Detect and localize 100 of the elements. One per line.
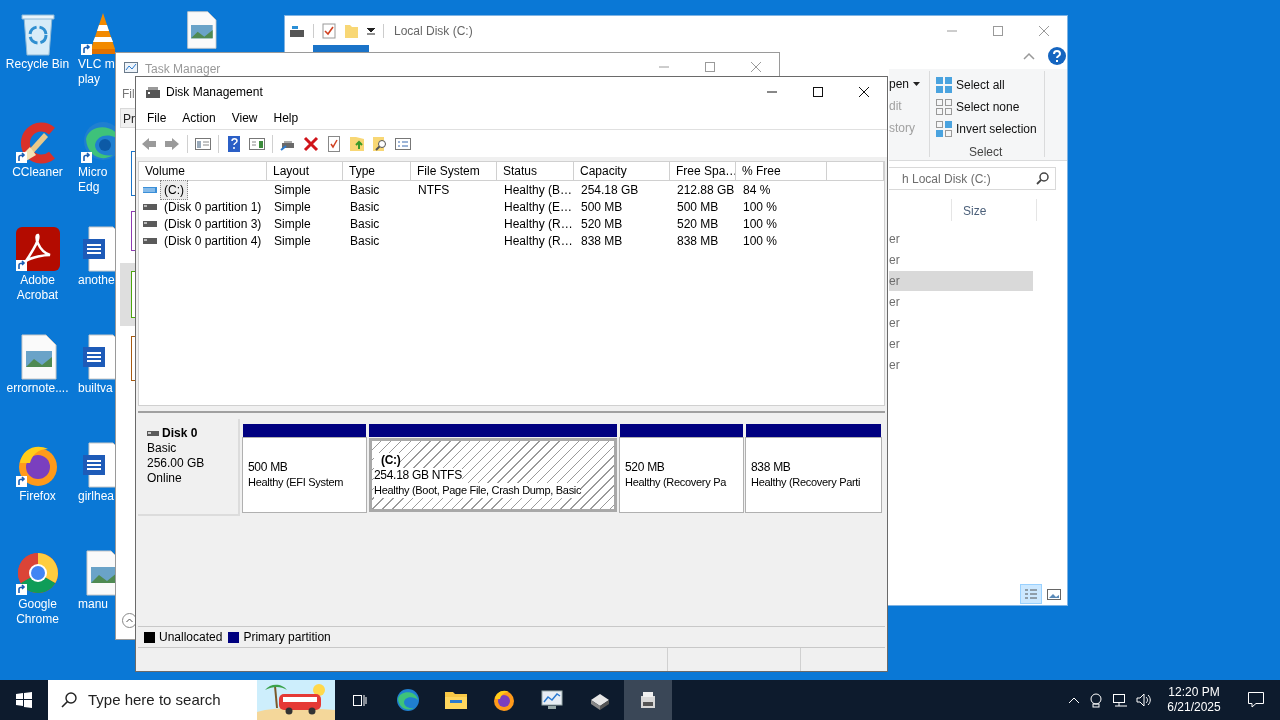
maximize-icon xyxy=(813,87,823,97)
menu-item[interactable]: View xyxy=(223,109,266,127)
partition-status: Healthy (EFI System xyxy=(248,475,344,490)
table-cell-text: Simple xyxy=(274,232,311,250)
column-header[interactable]: Layout xyxy=(267,162,343,180)
list-icon[interactable] xyxy=(395,135,411,152)
table-cell-text: er xyxy=(889,252,900,269)
details-list-icon xyxy=(1024,588,1038,600)
speaker-icon[interactable] xyxy=(1136,692,1152,708)
desktop-icon-label[interactable]: Adobe xyxy=(20,273,55,288)
desktop-icon-label[interactable]: manu xyxy=(70,597,109,612)
table-cell-text: Healthy (B… xyxy=(504,181,573,199)
collapse-ribbon-icon[interactable] xyxy=(1023,52,1035,61)
window-title: Task Manager xyxy=(145,61,221,78)
desktop-icon-label[interactable]: VLC m xyxy=(70,57,115,72)
collapse-icon[interactable] xyxy=(122,613,137,628)
taskbar-app-button[interactable] xyxy=(624,680,672,720)
ribbon-button[interactable]: Select all xyxy=(956,76,1005,94)
checklist-icon[interactable] xyxy=(326,135,342,152)
desktop-icon-label[interactable]: CCleaner xyxy=(12,165,63,180)
action-pane-icon[interactable] xyxy=(249,135,265,152)
table-cell-text: Healthy (E… xyxy=(504,198,573,216)
partition-block[interactable]: (C:) 254.18 GB NTFS Healthy (Boot, Page File, Crash Dump, Basic xyxy=(369,438,617,512)
desktop-icon-label[interactable]: Google xyxy=(18,597,57,612)
desktop-icon-label[interactable]: Micro xyxy=(70,165,108,180)
caret-icon[interactable] xyxy=(367,27,375,35)
search-field[interactable]: Type here to search xyxy=(48,680,335,720)
maximize-icon xyxy=(993,26,1003,36)
column-header[interactable]: Free Spa… xyxy=(670,162,736,180)
desktop-icon-label[interactable]: play xyxy=(70,72,100,87)
ribbon-button[interactable]: Invert selection xyxy=(956,120,1037,138)
clock[interactable]: 12:20 PM 6/21/2025 xyxy=(1156,680,1232,720)
caret-icon[interactable] xyxy=(913,82,921,86)
help-icon[interactable] xyxy=(226,135,242,152)
table-cell-text: Simple xyxy=(274,181,311,199)
fox-globe-icon xyxy=(492,688,516,712)
desktop-icon-label[interactable]: builtva xyxy=(70,381,113,396)
column-header[interactable]: Type xyxy=(343,162,411,180)
search-icon[interactable] xyxy=(61,692,77,708)
delete-icon[interactable] xyxy=(303,135,319,152)
desktop-icon-label[interactable]: Firefox xyxy=(19,489,56,504)
select-icon[interactable] xyxy=(936,121,952,137)
partition-name: (C:) xyxy=(374,452,401,468)
partition-size: 254.18 GB NTFS xyxy=(374,467,462,483)
folder-up-icon[interactable] xyxy=(349,135,365,152)
properties-icon[interactable] xyxy=(322,23,336,39)
column-header[interactable]: % Free xyxy=(736,162,827,180)
table-cell-text: er xyxy=(889,231,900,248)
table-cell-text: Simple xyxy=(274,215,311,233)
table-cell-text: 84 % xyxy=(743,181,771,199)
back-icon[interactable] xyxy=(141,135,157,152)
desktop-icon-label[interactable]: Edg xyxy=(70,180,100,195)
help-icon[interactable] xyxy=(1048,47,1066,65)
table-cell-text: 100 % xyxy=(743,215,778,233)
drive-icon xyxy=(145,85,161,99)
disk-info-panel[interactable]: Disk 0 Basic 256.00 GB Online xyxy=(138,419,240,516)
ribbon-button[interactable]: Select none xyxy=(956,98,1020,116)
partition-block[interactable]: 500 MB Healthy (EFI System xyxy=(243,438,366,512)
desktop-icon-label[interactable]: errornote.... xyxy=(6,381,69,396)
menu-item[interactable]: Action xyxy=(174,109,224,127)
column-header[interactable]: File System xyxy=(411,162,497,180)
table-cell[interactable]: (C:) xyxy=(160,179,188,200)
desktop-icon-label[interactable]: Acrobat xyxy=(16,288,59,303)
desktop-icon-label[interactable]: Recycle Bin xyxy=(5,57,70,72)
desktop-icon-label[interactable]: Chrome xyxy=(16,612,59,627)
selected-row[interactable]: er xyxy=(889,271,1033,291)
desktop-icon-label[interactable]: girlhea xyxy=(70,489,115,504)
pdf-icon[interactable] xyxy=(13,225,62,273)
partition-block[interactable]: 838 MB Healthy (Recovery Parti xyxy=(746,438,881,512)
search-icon[interactable] xyxy=(1036,172,1049,185)
swirl-icon xyxy=(396,688,420,712)
desktop-icon-label[interactable]: anothe xyxy=(70,273,115,288)
window-title: Disk Management xyxy=(166,84,263,101)
menu-item[interactable]: Fil xyxy=(122,85,135,103)
forward-icon[interactable] xyxy=(164,135,180,152)
drive-icon[interactable] xyxy=(289,24,305,38)
webcam-icon[interactable] xyxy=(1088,692,1104,708)
chevron-up-icon[interactable] xyxy=(1068,696,1080,704)
folder-search-icon[interactable] xyxy=(372,135,388,152)
legend-label: Unallocated xyxy=(159,629,223,646)
table-cell-text: 838 MB xyxy=(581,232,623,250)
column-header[interactable]: Size xyxy=(963,202,987,220)
select-icon[interactable] xyxy=(936,77,952,93)
menu-item[interactable]: File xyxy=(139,109,175,127)
partition-block[interactable]: 520 MB Healthy (Recovery Pa xyxy=(620,438,743,512)
select-icon[interactable] xyxy=(936,99,952,115)
disk-size: 256.00 GB xyxy=(147,456,206,471)
network-icon[interactable] xyxy=(1112,692,1128,708)
close-icon xyxy=(859,87,869,97)
legend-label: Primary partition xyxy=(243,629,331,646)
column-header[interactable]: Capacity xyxy=(574,162,670,180)
console-tree-icon[interactable] xyxy=(195,135,211,152)
column-header[interactable]: Status xyxy=(497,162,574,180)
menu-item[interactable]: Help xyxy=(265,109,307,127)
tab[interactable]: Pr xyxy=(120,108,136,128)
table-cell-text: Basic xyxy=(350,232,380,250)
search-field[interactable]: h Local Disk (C:) xyxy=(889,167,1056,190)
ribbon-button[interactable]: pen xyxy=(889,75,910,93)
window-title: Local Disk (C:) xyxy=(394,23,473,40)
task-view-icon xyxy=(353,694,367,706)
